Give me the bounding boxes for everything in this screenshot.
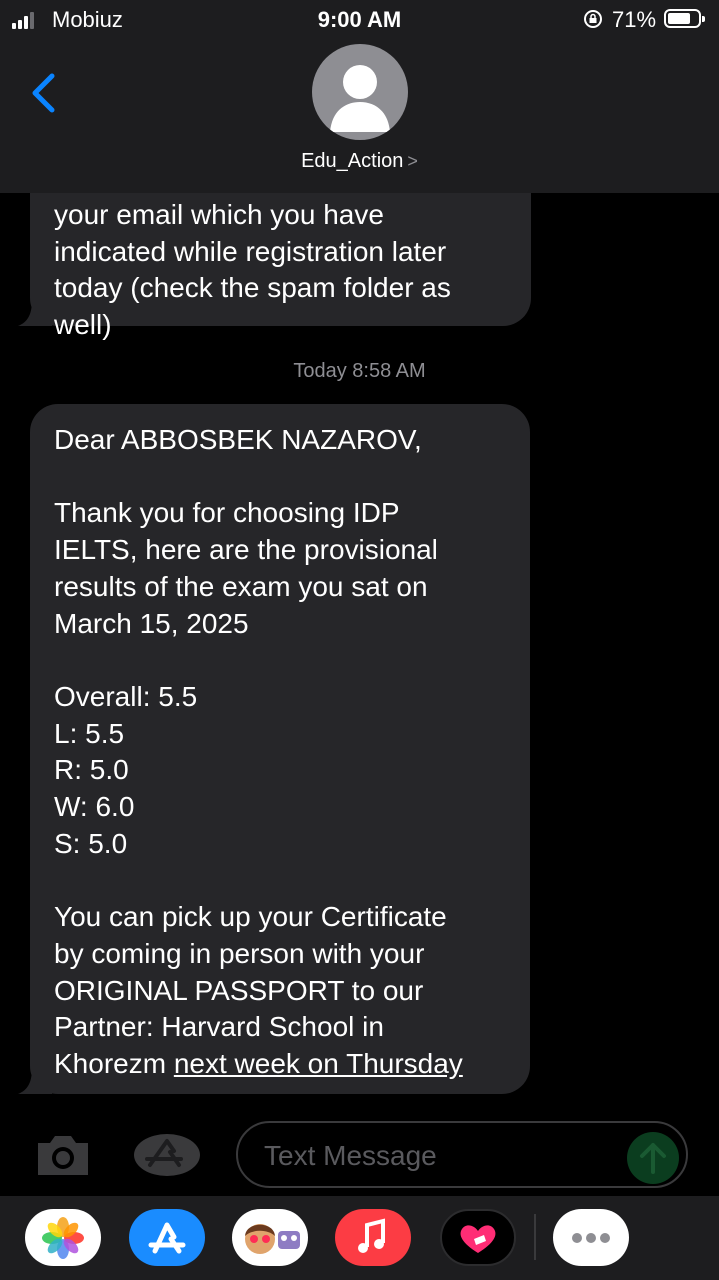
score-speaking: S: 5.0 (54, 827, 128, 859)
send-button[interactable] (627, 1132, 679, 1184)
lock-rotation-icon (584, 10, 602, 28)
timestamp-time: 8:58 AM (352, 360, 426, 382)
message-bubble-results[interactable]: Dear ABBOSBEK NAZAROV, Thank you for cho… (18, 404, 530, 1094)
more-apps-icon[interactable] (553, 1209, 629, 1266)
message-line: March 15, 2025 (54, 607, 249, 639)
message-line: Partner: Harvard School in (54, 1011, 384, 1043)
score-writing: W: 6.0 (54, 791, 135, 822)
score-reading: R: 5.0 (54, 754, 129, 786)
message-text: Khorezm (54, 1047, 174, 1079)
app-drawer-divider (534, 1214, 536, 1260)
conversation-header: Mobiuz 9:00 AM 71% Edu_Action > (0, 0, 719, 193)
battery-percent: 71% (612, 7, 657, 32)
send-arrow-icon (640, 1143, 666, 1174)
message-line: indicated while registration later (54, 235, 447, 267)
contact-avatar-icon[interactable] (312, 44, 408, 140)
bubble-tail (18, 300, 52, 326)
text-message-input[interactable] (262, 1135, 626, 1177)
status-bar: Mobiuz 9:00 AM 71% (0, 0, 719, 40)
photos-app-icon[interactable] (25, 1209, 101, 1266)
message-line: ORIGINAL PASSPORT to our (54, 974, 424, 1006)
digital-touch-app-icon[interactable] (440, 1209, 516, 1266)
camera-icon[interactable] (34, 1133, 92, 1177)
memoji-app-icon[interactable] (232, 1209, 308, 1266)
date-link[interactable]: next week on Thursday (174, 1048, 463, 1079)
chevron-right-icon: > (407, 151, 418, 171)
back-chevron-icon[interactable] (28, 70, 58, 116)
contact-name[interactable]: Edu_Action > (0, 150, 719, 173)
app-store-icon[interactable] (133, 1133, 203, 1177)
message-line: well) (54, 309, 112, 341)
app-store-app-icon[interactable] (129, 1209, 205, 1266)
imessage-app-drawer (0, 1196, 719, 1280)
message-line: your email which you have (54, 199, 384, 230)
message-line: Thank you for choosing IDP (54, 497, 400, 529)
message-line: IELTS, here are the provisional (54, 534, 438, 566)
timestamp-day: Today (293, 360, 347, 382)
greeting-line: Dear ABBOSBEK NAZAROV, (54, 424, 422, 455)
message-line: by coming in person with your (54, 937, 425, 969)
message-input-field[interactable] (236, 1121, 688, 1188)
message-timestamp: Today 8:58 AM (0, 360, 719, 383)
score-overall: Overall: 5.5 (54, 680, 198, 712)
contact-name-label: Edu_Action (301, 150, 404, 172)
message-line: You can pick up your Certificate (54, 901, 447, 933)
score-listening: L: 5.5 (54, 717, 125, 749)
message-line: today (check the spam folder as (54, 272, 451, 304)
bubble-tail (18, 1068, 52, 1094)
music-app-icon[interactable] (335, 1209, 411, 1266)
message-line: results of the exam you sat on (54, 570, 428, 602)
message-line-last: Khorezm next week on Thursday (54, 1046, 508, 1083)
battery-icon (664, 9, 705, 28)
